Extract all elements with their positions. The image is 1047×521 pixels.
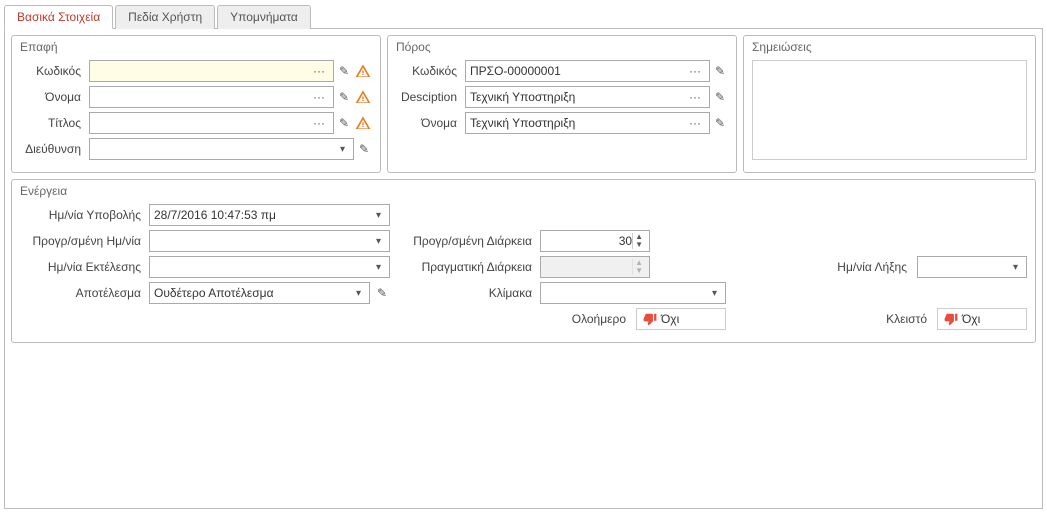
lookup-icon[interactable]: ··· [685, 64, 705, 78]
scale-label: Κλίμακα [396, 286, 536, 300]
lookup-icon[interactable]: ··· [309, 90, 329, 104]
panel-notes-title: Σημειώσεις [752, 40, 1027, 54]
lookup-icon[interactable]: ··· [309, 64, 329, 78]
tab-user-fields[interactable]: Πεδία Χρήστη [115, 5, 215, 29]
pencil-icon[interactable]: ✎ [336, 115, 352, 131]
chevron-down-icon[interactable]: ▾ [336, 144, 349, 155]
scale-input[interactable]: ▾ [540, 282, 726, 304]
thumb-down-icon [643, 312, 657, 326]
pencil-icon[interactable]: ✎ [336, 89, 352, 105]
chevron-down-icon[interactable]: ▾ [372, 236, 385, 247]
pencil-icon[interactable]: ✎ [374, 285, 390, 301]
chevron-down-icon[interactable]: ▾ [372, 262, 385, 273]
exec-date-input[interactable]: ▾ [149, 256, 390, 278]
exec-date-label: Ημ/νία Εκτέλεσης [20, 260, 145, 274]
lookup-icon[interactable]: ··· [685, 90, 705, 104]
panel-action: Ενέργεια Ημ/νία Υποβολής 28/7/2016 10:47… [11, 179, 1036, 343]
contact-name-input[interactable]: ··· [89, 86, 334, 108]
pencil-icon[interactable]: ✎ [712, 115, 728, 131]
resource-code-label: Κωδικός [396, 64, 461, 78]
chevron-down-icon[interactable]: ▾ [372, 210, 385, 221]
scheduled-date-label: Προγρ/σμένη Ημ/νία [20, 234, 145, 248]
closed-toggle[interactable]: Όχι [937, 308, 1027, 330]
tab-strip: Βασικά Στοιχεία Πεδία Χρήστη Υπομνήματα [4, 4, 1043, 29]
warning-icon [354, 114, 372, 132]
resource-desc-input[interactable]: Τεχνική Υποστηριξη ··· [465, 86, 710, 108]
allday-toggle[interactable]: Όχι [636, 308, 726, 330]
chevron-down-icon[interactable]: ▾ [1009, 262, 1022, 273]
pencil-icon[interactable]: ✎ [356, 141, 372, 157]
panel-contact: Επαφή Κωδικός ··· ✎ Όνομα ··· [11, 35, 381, 173]
pencil-icon[interactable]: ✎ [712, 63, 728, 79]
result-input[interactable]: Ουδέτερο Αποτέλεσμα ▾ [149, 282, 370, 304]
resource-name-input[interactable]: Τεχνική Υποστηριξη ··· [465, 112, 710, 134]
contact-title-input[interactable]: ··· [89, 112, 334, 134]
panel-resource: Πόρος Κωδικός ΠΡΣΟ-00000001 ··· ✎ Descip… [387, 35, 737, 173]
chevron-down-icon[interactable]: ▾ [352, 288, 365, 299]
resource-code-input[interactable]: ΠΡΣΟ-00000001 ··· [465, 60, 710, 82]
submit-date-input[interactable]: 28/7/2016 10:47:53 πμ ▾ [149, 204, 390, 226]
scheduled-date-input[interactable]: ▾ [149, 230, 390, 252]
contact-name-label: Όνομα [20, 90, 85, 104]
contact-code-label: Κωδικός [20, 64, 85, 78]
pencil-icon[interactable]: ✎ [712, 89, 728, 105]
actual-duration-input: ▲ ▼ [540, 256, 650, 278]
actual-duration-label: Πραγματική Διάρκεια [396, 260, 536, 274]
resource-name-label: Όνομα [396, 116, 461, 130]
panel-resource-title: Πόρος [396, 40, 728, 54]
submit-date-label: Ημ/νία Υποβολής [20, 208, 145, 222]
warning-icon [354, 62, 372, 80]
lookup-icon[interactable]: ··· [685, 116, 705, 130]
chevron-down-icon[interactable]: ▾ [708, 288, 721, 299]
contact-title-label: Τίτλος [20, 116, 85, 130]
notes-textarea[interactable] [752, 60, 1027, 160]
tab-basic[interactable]: Βασικά Στοιχεία [4, 5, 113, 29]
result-label: Αποτέλεσμα [20, 286, 145, 300]
pencil-icon[interactable]: ✎ [336, 63, 352, 79]
contact-address-label: Διεύθυνση [20, 142, 85, 156]
scheduled-duration-input[interactable]: 30 ▲ ▼ [540, 230, 650, 252]
allday-label: Ολοήμερο [572, 312, 632, 326]
tab-reminders[interactable]: Υπομνήματα [217, 5, 311, 29]
panel-action-title: Ενέργεια [20, 184, 1027, 198]
spinner-icon[interactable]: ▲ ▼ [632, 233, 645, 249]
panel-contact-title: Επαφή [20, 40, 372, 54]
expiry-date-input[interactable]: ▾ [917, 256, 1027, 278]
thumb-down-icon [944, 312, 958, 326]
warning-icon [354, 88, 372, 106]
panel-notes: Σημειώσεις [743, 35, 1036, 173]
closed-label: Κλειστό [886, 312, 933, 326]
resource-desc-label: Desciption [396, 90, 461, 104]
contact-code-input[interactable]: ··· [89, 60, 334, 82]
tab-content: Επαφή Κωδικός ··· ✎ Όνομα ··· [4, 29, 1043, 509]
lookup-icon[interactable]: ··· [309, 116, 329, 130]
scheduled-duration-label: Προγρ/σμένη Διάρκεια [396, 234, 536, 248]
spinner-icon: ▲ ▼ [632, 259, 645, 275]
contact-address-input[interactable]: ▾ [89, 138, 354, 160]
expiry-date-label: Ημ/νία Λήξης [837, 260, 913, 274]
